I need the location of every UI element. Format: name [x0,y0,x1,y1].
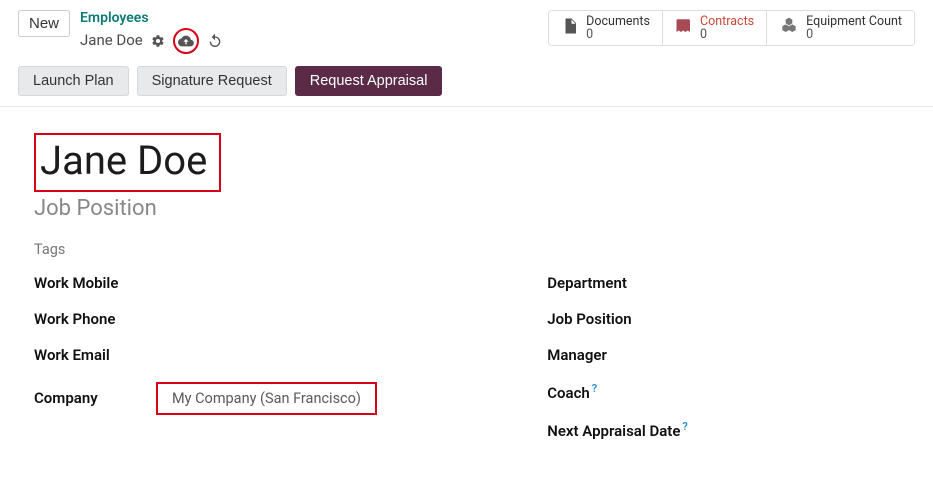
gear-icon[interactable] [151,34,165,48]
stat-equipment-label: Equipment Count [806,15,902,28]
label-job-position: Job Position [547,310,657,328]
breadcrumb-parent[interactable]: Employees [80,10,223,28]
label-next-appraisal: Next Appraisal Date? [547,420,717,440]
request-appraisal-button[interactable]: Request Appraisal [295,66,443,96]
help-icon[interactable]: ? [592,382,597,395]
job-position-placeholder[interactable]: Job Position [34,196,899,221]
stat-equipment[interactable]: Equipment Count 0 [767,11,914,45]
employee-name-field[interactable]: Jane Doe [40,137,207,184]
label-work-phone: Work Phone [34,310,144,328]
label-work-mobile: Work Mobile [34,274,144,292]
company-value-highlight[interactable]: My Company (San Francisco) [156,382,377,415]
book-icon [675,17,693,39]
label-department: Department [547,274,657,292]
stat-documents[interactable]: Documents 0 [549,11,663,45]
label-manager: Manager [547,346,657,364]
breadcrumb: Employees Jane Doe [80,10,223,54]
stat-documents-label: Documents [586,15,650,28]
topbar: New Employees Jane Doe Documents 0 [0,0,933,60]
breadcrumb-current: Jane Doe [80,31,143,50]
tags-field[interactable]: Tags [34,241,899,258]
stat-buttons: Documents 0 Contracts 0 Equipment Count … [548,10,915,46]
discard-icon[interactable] [207,33,223,49]
signature-request-button[interactable]: Signature Request [137,66,287,96]
stat-contracts[interactable]: Contracts 0 [663,11,767,45]
label-company: Company [34,389,144,407]
new-button[interactable]: New [18,10,70,37]
stat-contracts-value: 0 [700,28,754,41]
stat-contracts-label: Contracts [700,15,754,28]
boxes-icon [779,16,799,40]
label-coach: Coach? [547,382,657,402]
label-work-email: Work Email [34,346,144,364]
form-area: Jane Doe Job Position Tags Work Mobile W… [0,106,933,440]
stat-documents-value: 0 [586,28,650,41]
file-icon [561,17,579,39]
cloud-upload-icon [178,33,194,49]
name-highlight-box: Jane Doe [34,133,221,192]
launch-plan-button[interactable]: Launch Plan [18,66,129,96]
cloud-save-highlight[interactable] [173,28,199,54]
stat-equipment-value: 0 [806,28,902,41]
help-icon[interactable]: ? [682,420,687,433]
action-button-row: Launch Plan Signature Request Request Ap… [0,60,933,106]
